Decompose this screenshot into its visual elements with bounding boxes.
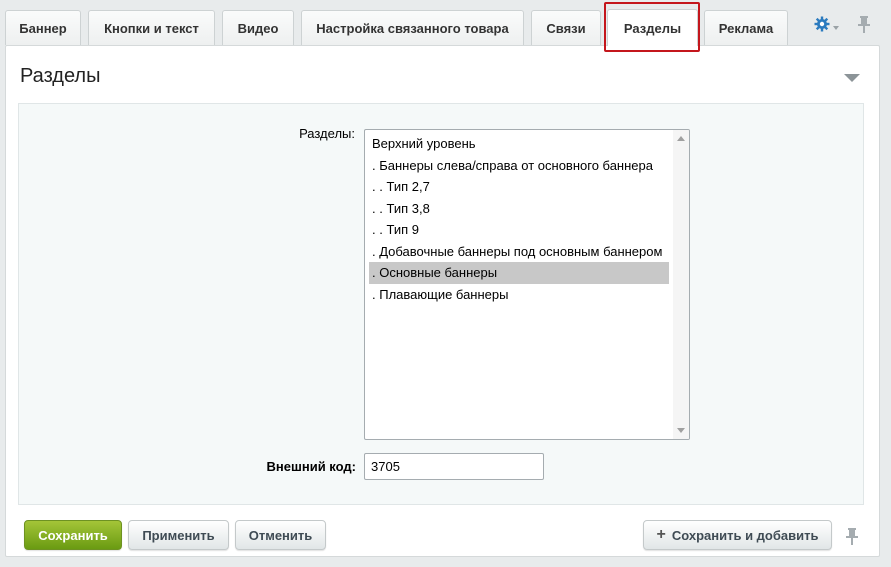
list-item[interactable]: . Добавочные баннеры под основным баннер… bbox=[369, 241, 669, 263]
cancel-button[interactable]: Отменить bbox=[235, 520, 326, 550]
save-and-add-button[interactable]: + Сохранить и добавить bbox=[643, 520, 832, 550]
list-item[interactable]: . Баннеры слева/справа от основного банн… bbox=[369, 155, 669, 177]
gear-icon[interactable] bbox=[814, 16, 830, 35]
sections-panel: Разделы Разделы: Верхний уровень . Банне… bbox=[5, 45, 880, 557]
tab-video[interactable]: Видео bbox=[222, 10, 294, 45]
pin-icon[interactable] bbox=[858, 15, 870, 36]
tab-sections[interactable]: Разделы bbox=[607, 9, 698, 46]
tab-banner[interactable]: Баннер bbox=[5, 10, 81, 45]
scroll-up-icon[interactable] bbox=[677, 136, 685, 141]
sections-label: Разделы: bbox=[299, 126, 355, 141]
list-item[interactable]: . . Тип 3,8 bbox=[369, 198, 669, 220]
triangle-down-icon[interactable] bbox=[844, 74, 860, 82]
tab-buttons-text[interactable]: Кнопки и текст bbox=[88, 10, 215, 45]
external-code-label: Внешний код: bbox=[266, 459, 356, 474]
pin-icon[interactable] bbox=[846, 527, 858, 548]
form-area: Разделы: Верхний уровень . Баннеры слева… bbox=[18, 103, 864, 505]
panel-title: Разделы bbox=[20, 65, 101, 87]
listbox-scrollbar[interactable] bbox=[673, 130, 689, 439]
sections-listbox[interactable]: Верхний уровень . Баннеры слева/справа о… bbox=[364, 129, 690, 440]
list-item[interactable]: Верхний уровень bbox=[369, 133, 669, 155]
scroll-down-icon[interactable] bbox=[677, 428, 685, 433]
apply-button[interactable]: Применить bbox=[128, 520, 229, 550]
tab-bar: Баннер Кнопки и текст Видео Настройка св… bbox=[0, 0, 891, 52]
save-and-add-label: Сохранить и добавить bbox=[671, 527, 819, 543]
list-item[interactable]: . Плавающие баннеры bbox=[369, 284, 669, 306]
tab-ads[interactable]: Реклама bbox=[704, 10, 788, 45]
external-code-input[interactable] bbox=[364, 453, 544, 480]
tab-settings-menu[interactable] bbox=[814, 14, 839, 36]
list-item-selected[interactable]: . Основные баннеры bbox=[369, 262, 669, 284]
list-item[interactable]: . . Тип 9 bbox=[369, 219, 669, 241]
chevron-down-icon[interactable] bbox=[833, 18, 839, 33]
plus-icon: + bbox=[656, 526, 666, 543]
list-item[interactable]: . . Тип 2,7 bbox=[369, 176, 669, 198]
tab-related-product[interactable]: Настройка связанного товара bbox=[301, 10, 524, 45]
save-button[interactable]: Сохранить bbox=[24, 520, 122, 550]
tab-links[interactable]: Связи bbox=[531, 10, 601, 45]
